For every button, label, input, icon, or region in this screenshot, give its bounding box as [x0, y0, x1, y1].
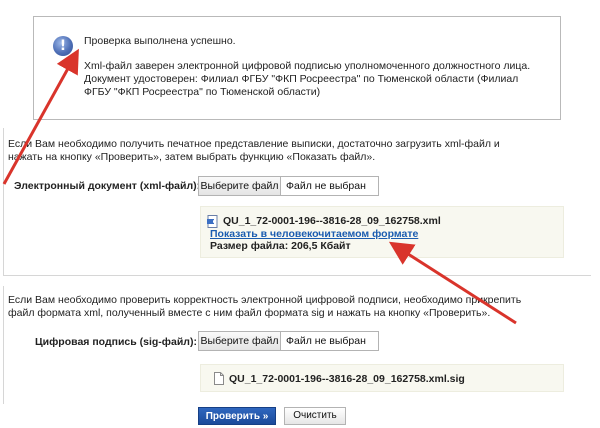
xml-result-box: QU_1_72-0001-196--3816-28_09_162758.xml … [200, 206, 564, 258]
sig-hint: Если Вам необходимо проверить корректнос… [8, 294, 522, 319]
sig-document-icon [214, 372, 224, 385]
xml-file-input[interactable]: Выберите файл Файл не выбран [198, 176, 379, 196]
xml-field-label: Электронный документ (xml-файл): [14, 180, 201, 192]
xml-result-file-size: Размер файла: 206,5 Кбайт [210, 240, 351, 252]
sig-choose-file-button[interactable]: Выберите файл [199, 332, 281, 350]
sig-file-box: QU_1_72-0001-196--3816-28_09_162758.xml.… [200, 364, 564, 392]
check-button[interactable]: Проверить » [198, 407, 276, 425]
xml-document-icon [207, 215, 218, 228]
verification-status: Проверка выполнена успешно. [84, 35, 236, 47]
xml-file-status: Файл не выбран [286, 180, 366, 192]
xml-hint: Если Вам необходимо получить печатное пр… [8, 138, 500, 163]
sig-file-input[interactable]: Выберите файл Файл не выбран [198, 331, 379, 351]
sig-file-name: QU_1_72-0001-196--3816-28_09_162758.xml.… [229, 373, 465, 385]
sig-file-status: Файл не выбран [286, 335, 366, 347]
verification-detail: Xml-файл заверен электронной цифровой по… [84, 60, 531, 98]
verification-message: ! Проверка выполнена успешно. Xml-файл з… [33, 16, 561, 120]
info-icon: ! [53, 36, 73, 56]
sig-field-label: Цифровая подпись (sig-файл): [35, 336, 197, 348]
xml-choose-file-button[interactable]: Выберите файл [199, 177, 281, 195]
show-human-readable-link[interactable]: Показать в человекочитаемом формате [210, 228, 418, 240]
clear-button[interactable]: Очистить [284, 407, 346, 425]
xml-result-file-name: QU_1_72-0001-196--3816-28_09_162758.xml [223, 215, 441, 227]
